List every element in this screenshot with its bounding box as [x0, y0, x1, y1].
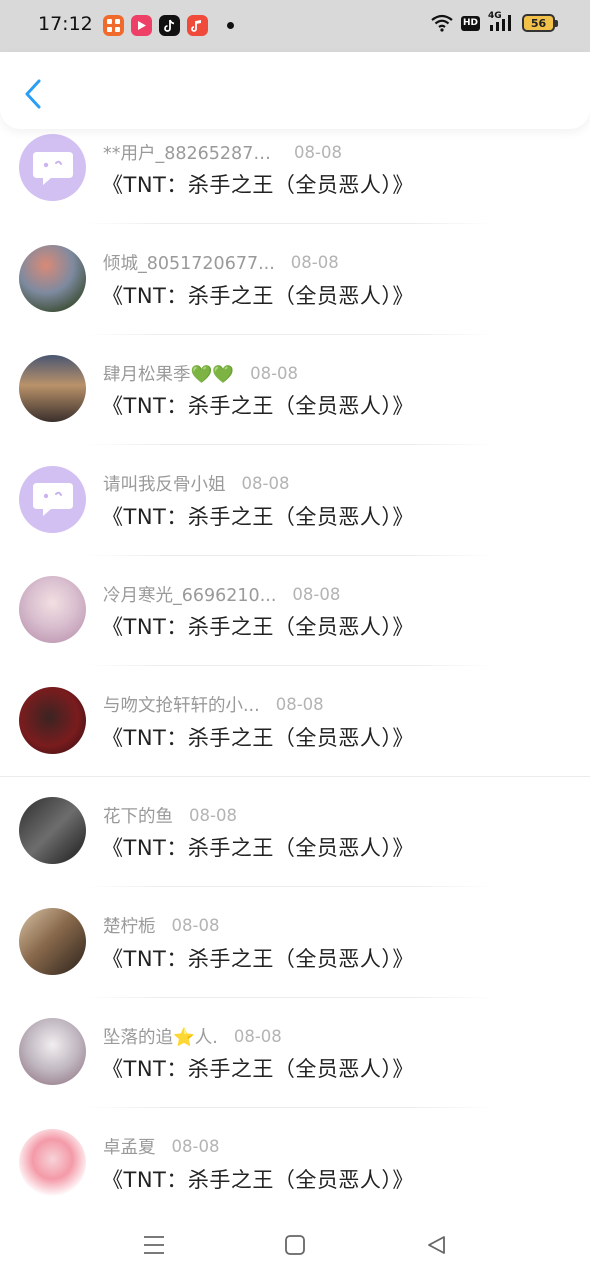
status-time: 17:12	[38, 13, 93, 35]
item-title: 《TNT：杀手之王（全员恶人）》	[102, 283, 414, 308]
user-name[interactable]: 坠落的追⭐人.	[103, 1024, 218, 1049]
item-title: 《TNT：杀手之王（全员恶人）》	[102, 615, 414, 639]
item-meta: 倾城_8051720677... 08-08	[103, 251, 339, 275]
item-title: 《TNT：杀手之王（全员恶人）》	[102, 946, 414, 971]
user-name[interactable]: 倾城_8051720677...	[103, 250, 275, 275]
avatar	[19, 907, 86, 975]
item-date: 08-08	[189, 805, 237, 825]
item-title: 《TNT：杀手之王（全员恶人）》	[102, 504, 414, 529]
menu-button[interactable]	[139, 1230, 169, 1260]
item-meta: 冷月寒光_6696210... 08-08	[103, 582, 340, 606]
item-title: 《TNT：杀手之王（全员恶人）》	[102, 836, 414, 860]
music-app-icon	[187, 15, 208, 36]
battery-indicator: 56	[522, 14, 558, 32]
app-icon-1	[103, 15, 124, 36]
user-name[interactable]: 请叫我反骨小姐	[103, 471, 226, 496]
divider	[84, 996, 494, 998]
home-button[interactable]	[280, 1230, 310, 1260]
list-item[interactable]: 楚柠栀 08-08 《TNT：杀手之王（全员恶人）》	[0, 903, 590, 1014]
list-item[interactable]: 冷月寒光_6696210... 08-08 《TNT：杀手之王（全员恶人）》	[0, 571, 590, 682]
tiktok-icon	[159, 15, 180, 36]
notification-icons	[103, 15, 208, 36]
divider	[84, 333, 494, 335]
list-item[interactable]: 请叫我反骨小姐 08-08 《TNT：杀手之王（全员恶人）》	[0, 461, 590, 572]
item-date: 08-08	[233, 1026, 282, 1046]
avatar	[19, 1128, 86, 1196]
default-avatar	[19, 134, 86, 201]
menu-icon	[144, 1236, 164, 1254]
list-item[interactable]: 花下的鱼 08-08 《TNT：杀手之王（全员恶人）》	[0, 792, 590, 903]
signal-icon: 4G	[488, 11, 514, 32]
item-meta: 卓孟夏 08-08	[103, 1135, 219, 1159]
item-date: 08-08	[290, 253, 339, 272]
back-triangle-icon	[428, 1236, 445, 1254]
user-name[interactable]: 与吻文抢轩轩的小...	[103, 692, 260, 717]
item-title: 《TNT：杀手之王（全员恶人）》	[102, 394, 414, 418]
item-meta: 与吻文抢轩轩的小... 08-08	[103, 693, 324, 717]
chevron-left-icon	[25, 79, 41, 109]
nav-header	[0, 52, 590, 129]
divider	[84, 886, 494, 887]
item-meta: 请叫我反骨小姐 08-08	[103, 472, 289, 496]
avatar	[19, 797, 86, 864]
divider	[0, 775, 590, 777]
item-title: 《TNT：杀手之王（全员恶人）》	[102, 725, 414, 750]
avatar	[19, 355, 86, 422]
home-square-icon	[285, 1235, 305, 1255]
battery-level: 56	[530, 16, 547, 30]
avatar	[19, 576, 86, 643]
item-meta: 坠落的追⭐人. 08-08	[103, 1024, 282, 1048]
avatar	[19, 686, 86, 754]
status-indicators: HD 4G 56	[431, 11, 558, 32]
user-name[interactable]: 肆月松果季💚💚	[103, 361, 234, 386]
hd-badge: HD	[460, 15, 480, 31]
back-button[interactable]	[16, 74, 50, 114]
item-date: 08-08	[171, 1137, 220, 1156]
list-item[interactable]: **用户_882652872... 08-08 《TNT：杀手之王（全员恶人）》	[0, 129, 590, 240]
list-item[interactable]: 与吻文抢轩轩的小... 08-08 《TNT：杀手之王（全员恶人）》	[0, 682, 590, 793]
divider	[84, 554, 494, 556]
item-date: 08-08	[275, 695, 324, 714]
item-meta: 肆月松果季💚💚 08-08	[103, 361, 298, 385]
item-title: 《TNT：杀手之王（全员恶人）》	[102, 1167, 414, 1192]
item-meta: 楚柠栀 08-08	[103, 914, 219, 938]
user-name[interactable]: 花下的鱼	[103, 803, 173, 828]
user-name[interactable]: 卓孟夏	[103, 1134, 156, 1159]
divider	[84, 223, 494, 224]
user-name[interactable]: **用户_882652872...	[103, 140, 278, 165]
notification-dot	[227, 22, 234, 29]
item-meta: **用户_882652872... 08-08	[103, 140, 342, 164]
divider	[84, 1107, 494, 1108]
video-app-icon	[131, 15, 152, 36]
item-date: 08-08	[294, 142, 342, 162]
list-item[interactable]: 倾城_8051720677... 08-08 《TNT：杀手之王（全员恶人）》	[0, 240, 590, 351]
status-bar: 17:12 HD 4G 56	[0, 0, 590, 52]
wifi-icon	[431, 14, 453, 32]
item-date: 08-08	[241, 474, 290, 493]
divider	[84, 665, 494, 666]
user-name[interactable]: 冷月寒光_6696210...	[103, 582, 276, 607]
item-date: 08-08	[171, 916, 220, 935]
item-title: 《TNT：杀手之王（全员恶人）》	[102, 173, 414, 197]
user-name[interactable]: 楚柠栀	[103, 913, 156, 938]
list-item[interactable]: 肆月松果季💚💚 08-08 《TNT：杀手之王（全员恶人）》	[0, 350, 590, 461]
avatar	[19, 244, 86, 312]
list-item[interactable]: 坠落的追⭐人. 08-08 《TNT：杀手之王（全员恶人）》	[0, 1013, 590, 1124]
item-meta: 花下的鱼 08-08	[103, 803, 237, 827]
avatar	[19, 1018, 86, 1085]
system-nav-bar	[0, 1210, 590, 1280]
item-title: 《TNT：杀手之王（全员恶人）》	[102, 1057, 414, 1081]
default-avatar	[19, 465, 86, 533]
back-nav-button[interactable]	[421, 1230, 451, 1260]
divider	[84, 444, 494, 445]
item-date: 08-08	[250, 363, 299, 383]
item-date: 08-08	[292, 584, 341, 604]
